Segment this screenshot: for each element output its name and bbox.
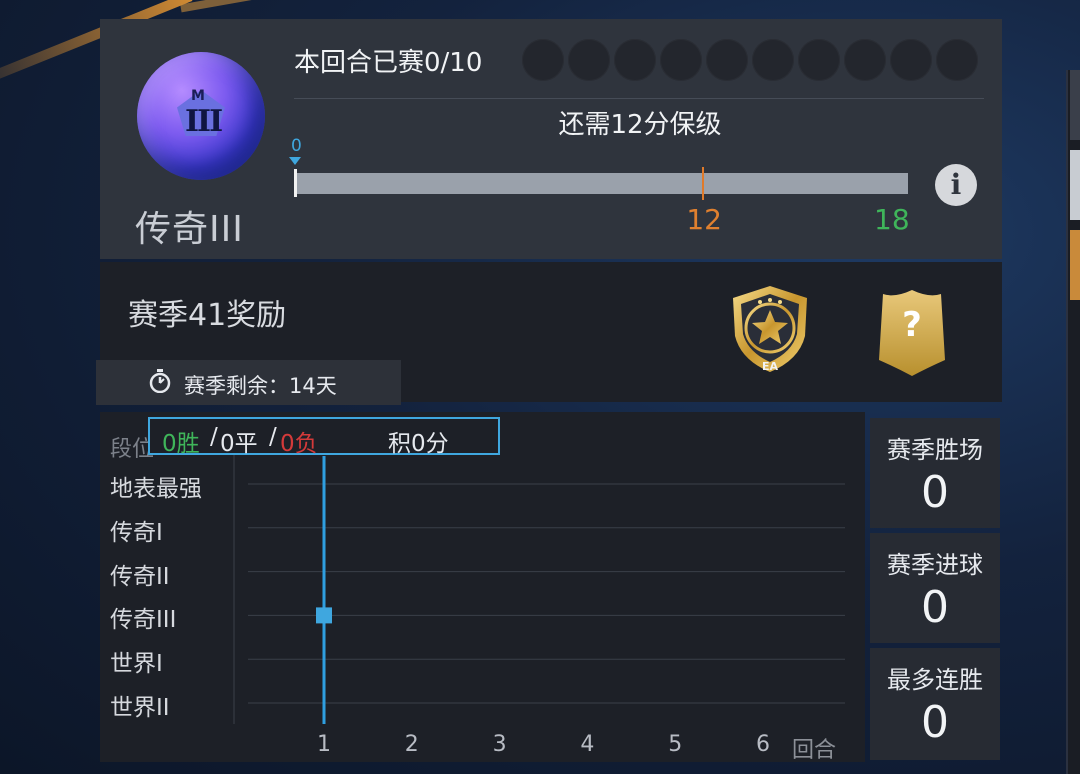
background-streak — [180, 0, 300, 13]
season-rewards-title: 赛季41奖励 — [128, 298, 287, 333]
stat-value: 0 — [921, 582, 949, 633]
match-result-dot — [568, 39, 610, 81]
match-result-dot — [522, 39, 564, 81]
chart-y-tick-label: 世界II — [110, 695, 170, 721]
stat-season-wins: 赛季胜场 0 — [870, 418, 1000, 528]
stopwatch-icon — [149, 369, 171, 393]
rank-badge-numeral: III — [185, 104, 223, 139]
stat-label: 赛季胜场 — [887, 436, 983, 464]
stat-season-goals: 赛季进球 0 — [870, 533, 1000, 643]
side-tab — [1070, 70, 1080, 140]
chart-x-tick-label: 3 — [492, 732, 507, 757]
match-result-dot — [890, 39, 932, 81]
legend-draws: 0平 — [220, 431, 258, 457]
divider — [294, 98, 984, 99]
relegation-need-text: 还需12分保级 — [558, 110, 722, 140]
match-result-dot — [936, 39, 978, 81]
chart-y-tick-label: 地表最强 — [110, 476, 202, 502]
chart-x-tick-label: 1 — [317, 732, 331, 757]
progress-current-pointer — [289, 157, 301, 165]
chart-legend-box: 0胜 / 0平 / 0负 积0分 — [148, 417, 500, 457]
threshold-label: 12 — [686, 203, 722, 236]
rank-name: 传奇III — [135, 209, 244, 250]
stat-label: 最多连胜 — [887, 666, 983, 694]
chart-y-tick-label: 世界I — [110, 651, 163, 678]
mystery-glyph: ? — [902, 305, 922, 345]
chart-x-tick-label: 2 — [404, 732, 419, 757]
matches-played-text: 本回合已赛0/10 — [294, 48, 483, 78]
chart-x-tick-label: 6 — [756, 732, 770, 757]
stat-value: 0 — [921, 697, 949, 748]
info-icon[interactable]: i — [935, 164, 977, 206]
badge-text: EA — [762, 360, 779, 373]
stat-label: 赛季进球 — [887, 551, 983, 579]
mystery-card-icon[interactable]: ? — [875, 288, 949, 376]
match-result-dot — [706, 39, 748, 81]
match-result-dot — [844, 39, 886, 81]
rank-badge-letter: M — [191, 88, 205, 104]
match-result-dot — [614, 39, 656, 81]
match-result-dot — [660, 39, 702, 81]
season-timer-text: 赛季剩余：14天 — [184, 374, 337, 398]
rank-history-chart — [233, 430, 845, 724]
legend-separator: / — [210, 424, 218, 450]
chart-x-axis-title: 回合 — [792, 738, 837, 763]
match-result-dot — [798, 39, 840, 81]
stat-longest-win-streak: 最多连胜 0 — [870, 648, 1000, 760]
side-panel-edge — [1066, 70, 1080, 774]
rank-ball-icon: M III — [137, 52, 265, 180]
chart-x-tick-label: 5 — [668, 732, 683, 757]
points-progress-bar — [294, 173, 908, 194]
relegation-threshold-marker — [702, 167, 705, 200]
legend-losses: 0负 — [280, 431, 318, 457]
gold-star-shield-icon[interactable]: EA — [727, 284, 813, 374]
side-tab — [1070, 230, 1080, 300]
chart-y-tick-label: 传奇III — [110, 607, 177, 634]
match-result-dots — [522, 39, 978, 81]
legend-separator: / — [269, 424, 277, 450]
rank-data-point — [316, 607, 332, 624]
stat-value: 0 — [921, 467, 949, 518]
legend-wins: 0胜 — [162, 431, 200, 457]
match-result-dot — [752, 39, 794, 81]
side-tab — [1070, 150, 1080, 220]
progress-start-cap — [294, 169, 297, 197]
chart-y-tick-label: 传奇II — [110, 563, 170, 590]
chart-x-tick-label: 4 — [580, 732, 595, 757]
promotion-label: 18 — [874, 203, 910, 236]
progress-start-label: 0 — [291, 136, 302, 156]
legend-points: 积0分 — [388, 431, 449, 457]
chart-y-tick-label: 传奇I — [110, 519, 163, 546]
